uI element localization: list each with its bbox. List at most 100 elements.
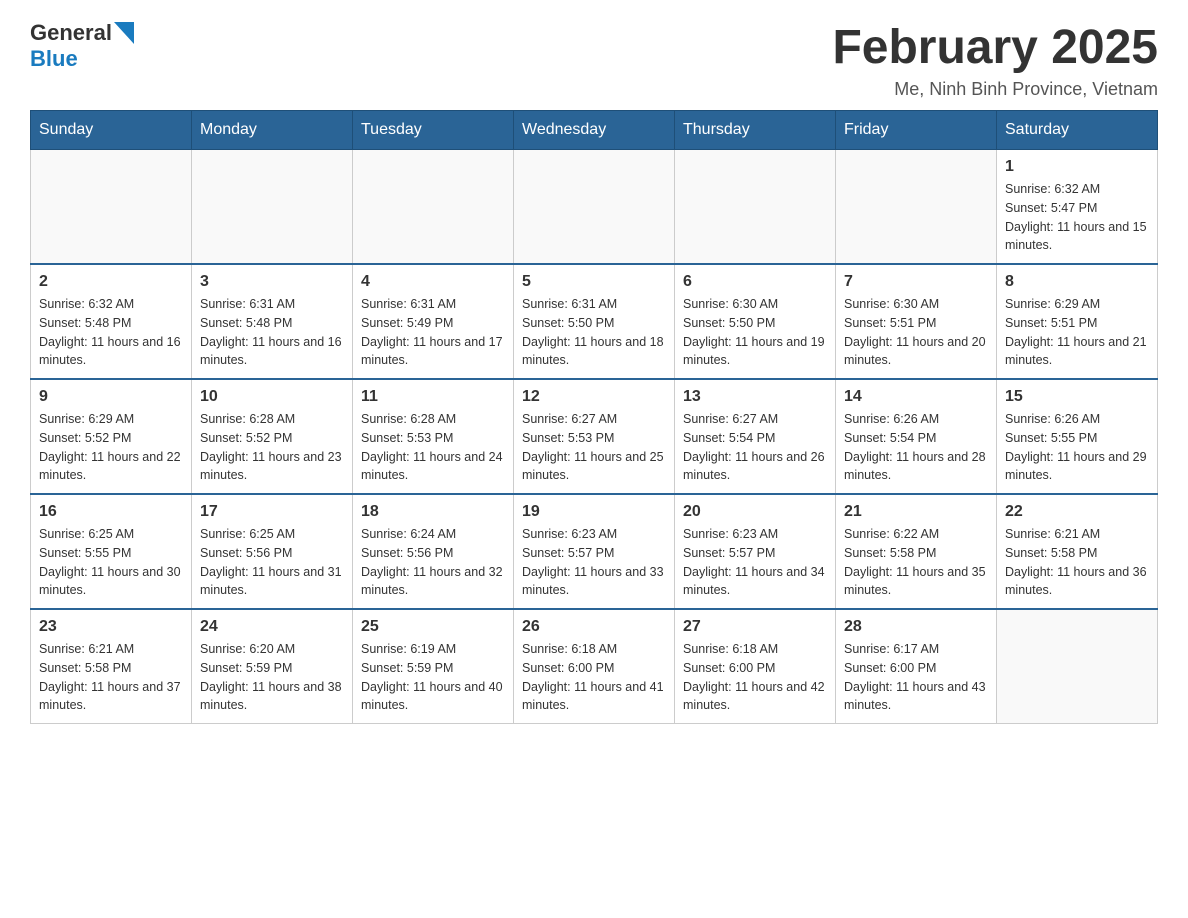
- calendar-cell: 8 Sunrise: 6:29 AMSunset: 5:51 PMDaylight…: [997, 264, 1158, 379]
- calendar-cell: 13 Sunrise: 6:27 AMSunset: 5:54 PMDayligh…: [675, 379, 836, 494]
- day-number: 5: [522, 273, 666, 291]
- calendar-cell: [353, 150, 514, 265]
- day-info: Sunrise: 6:27 AMSunset: 5:53 PMDaylight:…: [522, 410, 666, 485]
- calendar-cell: 22Sunrise: 6:21 AMSunset: 5:58 PMDayligh…: [997, 494, 1158, 609]
- weekday-header-friday: Friday: [836, 111, 997, 150]
- day-number: 14: [844, 388, 988, 406]
- day-info: Sunrise: 6:18 AMSunset: 6:00 PMDaylight:…: [522, 640, 666, 715]
- calendar-cell: 28 Sunrise: 6:17 AMSunset: 6:00 PMDayligh…: [836, 609, 997, 724]
- calendar-cell: 5 Sunrise: 6:31 AMSunset: 5:50 PMDaylight…: [514, 264, 675, 379]
- day-number: 1: [1005, 158, 1149, 176]
- weekday-header-wednesday: Wednesday: [514, 111, 675, 150]
- calendar-cell: 3 Sunrise: 6:31 AMSunset: 5:48 PMDaylight…: [192, 264, 353, 379]
- day-number: 24: [200, 618, 344, 636]
- day-number: 2: [39, 273, 183, 291]
- day-info: Sunrise: 6:24 AMSunset: 5:56 PMDaylight:…: [361, 525, 505, 600]
- weekday-header-saturday: Saturday: [997, 111, 1158, 150]
- day-number: 19: [522, 503, 666, 521]
- day-number: 18: [361, 503, 505, 521]
- calendar-table: SundayMondayTuesdayWednesdayThursdayFrid…: [30, 110, 1158, 724]
- day-info: Sunrise: 6:29 AMSunset: 5:52 PMDaylight:…: [39, 410, 183, 485]
- month-title: February 2025: [832, 20, 1158, 75]
- calendar-cell: [514, 150, 675, 265]
- logo-triangle-icon: [114, 22, 134, 44]
- day-info: Sunrise: 6:20 AMSunset: 5:59 PMDaylight:…: [200, 640, 344, 715]
- day-info: Sunrise: 6:23 AMSunset: 5:57 PMDaylight:…: [522, 525, 666, 600]
- day-number: 13: [683, 388, 827, 406]
- day-info: Sunrise: 6:28 AMSunset: 5:53 PMDaylight:…: [361, 410, 505, 485]
- logo-blue-text: Blue: [30, 46, 78, 72]
- day-number: 6: [683, 273, 827, 291]
- calendar-cell: 20 Sunrise: 6:23 AMSunset: 5:57 PMDayligh…: [675, 494, 836, 609]
- calendar-cell: 6 Sunrise: 6:30 AMSunset: 5:50 PMDaylight…: [675, 264, 836, 379]
- calendar-cell: 7Sunrise: 6:30 AMSunset: 5:51 PMDaylight…: [836, 264, 997, 379]
- day-number: 8: [1005, 273, 1149, 291]
- day-number: 15: [1005, 388, 1149, 406]
- weekday-header-sunday: Sunday: [31, 111, 192, 150]
- day-number: 28: [844, 618, 988, 636]
- calendar-cell: 10Sunrise: 6:28 AMSunset: 5:52 PMDayligh…: [192, 379, 353, 494]
- day-info: Sunrise: 6:31 AMSunset: 5:50 PMDaylight:…: [522, 295, 666, 370]
- calendar-cell: 26Sunrise: 6:18 AMSunset: 6:00 PMDayligh…: [514, 609, 675, 724]
- day-info: Sunrise: 6:22 AMSunset: 5:58 PMDaylight:…: [844, 525, 988, 600]
- calendar-cell: [836, 150, 997, 265]
- calendar-week-row: 16Sunrise: 6:25 AMSunset: 5:55 PMDayligh…: [31, 494, 1158, 609]
- calendar-cell: 1 Sunrise: 6:32 AMSunset: 5:47 PMDaylight…: [997, 150, 1158, 265]
- calendar-cell: 24 Sunrise: 6:20 AMSunset: 5:59 PMDayligh…: [192, 609, 353, 724]
- day-number: 23: [39, 618, 183, 636]
- weekday-header-monday: Monday: [192, 111, 353, 150]
- calendar-week-row: 2 Sunrise: 6:32 AMSunset: 5:48 PMDaylight…: [31, 264, 1158, 379]
- calendar-cell: 4 Sunrise: 6:31 AMSunset: 5:49 PMDaylight…: [353, 264, 514, 379]
- calendar-cell: 14 Sunrise: 6:26 AMSunset: 5:54 PMDayligh…: [836, 379, 997, 494]
- day-info: Sunrise: 6:26 AMSunset: 5:55 PMDaylight:…: [1005, 410, 1149, 485]
- day-number: 12: [522, 388, 666, 406]
- day-number: 17: [200, 503, 344, 521]
- day-info: Sunrise: 6:31 AMSunset: 5:48 PMDaylight:…: [200, 295, 344, 370]
- day-info: Sunrise: 6:17 AMSunset: 6:00 PMDaylight:…: [844, 640, 988, 715]
- day-number: 20: [683, 503, 827, 521]
- calendar-cell: 11 Sunrise: 6:28 AMSunset: 5:53 PMDayligh…: [353, 379, 514, 494]
- weekday-header-row: SundayMondayTuesdayWednesdayThursdayFrid…: [31, 111, 1158, 150]
- page-header: General Blue February 2025 Me, Ninh Binh…: [30, 20, 1158, 100]
- calendar-cell: 19 Sunrise: 6:23 AMSunset: 5:57 PMDayligh…: [514, 494, 675, 609]
- day-info: Sunrise: 6:32 AMSunset: 5:48 PMDaylight:…: [39, 295, 183, 370]
- day-number: 9: [39, 388, 183, 406]
- logo-general-text: General: [30, 20, 112, 46]
- day-info: Sunrise: 6:23 AMSunset: 5:57 PMDaylight:…: [683, 525, 827, 600]
- day-number: 21: [844, 503, 988, 521]
- calendar-week-row: 9 Sunrise: 6:29 AMSunset: 5:52 PMDaylight…: [31, 379, 1158, 494]
- day-info: Sunrise: 6:18 AMSunset: 6:00 PMDaylight:…: [683, 640, 827, 715]
- location-text: Me, Ninh Binh Province, Vietnam: [832, 79, 1158, 100]
- title-area: February 2025 Me, Ninh Binh Province, Vi…: [832, 20, 1158, 100]
- day-info: Sunrise: 6:21 AMSunset: 5:58 PMDaylight:…: [1005, 525, 1149, 600]
- day-info: Sunrise: 6:26 AMSunset: 5:54 PMDaylight:…: [844, 410, 988, 485]
- day-number: 25: [361, 618, 505, 636]
- calendar-cell: 17Sunrise: 6:25 AMSunset: 5:56 PMDayligh…: [192, 494, 353, 609]
- calendar-cell: 2 Sunrise: 6:32 AMSunset: 5:48 PMDaylight…: [31, 264, 192, 379]
- calendar-cell: 23 Sunrise: 6:21 AMSunset: 5:58 PMDayligh…: [31, 609, 192, 724]
- calendar-cell: [31, 150, 192, 265]
- calendar-cell: 16Sunrise: 6:25 AMSunset: 5:55 PMDayligh…: [31, 494, 192, 609]
- logo: General Blue: [30, 20, 134, 72]
- calendar-cell: [192, 150, 353, 265]
- day-info: Sunrise: 6:25 AMSunset: 5:55 PMDaylight:…: [39, 525, 183, 600]
- day-info: Sunrise: 6:21 AMSunset: 5:58 PMDaylight:…: [39, 640, 183, 715]
- calendar-cell: 15 Sunrise: 6:26 AMSunset: 5:55 PMDayligh…: [997, 379, 1158, 494]
- calendar-cell: 25 Sunrise: 6:19 AMSunset: 5:59 PMDayligh…: [353, 609, 514, 724]
- calendar-cell: [675, 150, 836, 265]
- day-info: Sunrise: 6:32 AMSunset: 5:47 PMDaylight:…: [1005, 180, 1149, 255]
- day-number: 4: [361, 273, 505, 291]
- day-number: 11: [361, 388, 505, 406]
- day-info: Sunrise: 6:29 AMSunset: 5:51 PMDaylight:…: [1005, 295, 1149, 370]
- day-info: Sunrise: 6:27 AMSunset: 5:54 PMDaylight:…: [683, 410, 827, 485]
- day-info: Sunrise: 6:19 AMSunset: 5:59 PMDaylight:…: [361, 640, 505, 715]
- day-info: Sunrise: 6:31 AMSunset: 5:49 PMDaylight:…: [361, 295, 505, 370]
- calendar-cell: 18 Sunrise: 6:24 AMSunset: 5:56 PMDayligh…: [353, 494, 514, 609]
- calendar-week-row: 23 Sunrise: 6:21 AMSunset: 5:58 PMDayligh…: [31, 609, 1158, 724]
- day-info: Sunrise: 6:30 AMSunset: 5:50 PMDaylight:…: [683, 295, 827, 370]
- calendar-cell: [997, 609, 1158, 724]
- weekday-header-thursday: Thursday: [675, 111, 836, 150]
- calendar-cell: 21 Sunrise: 6:22 AMSunset: 5:58 PMDayligh…: [836, 494, 997, 609]
- day-number: 3: [200, 273, 344, 291]
- weekday-header-tuesday: Tuesday: [353, 111, 514, 150]
